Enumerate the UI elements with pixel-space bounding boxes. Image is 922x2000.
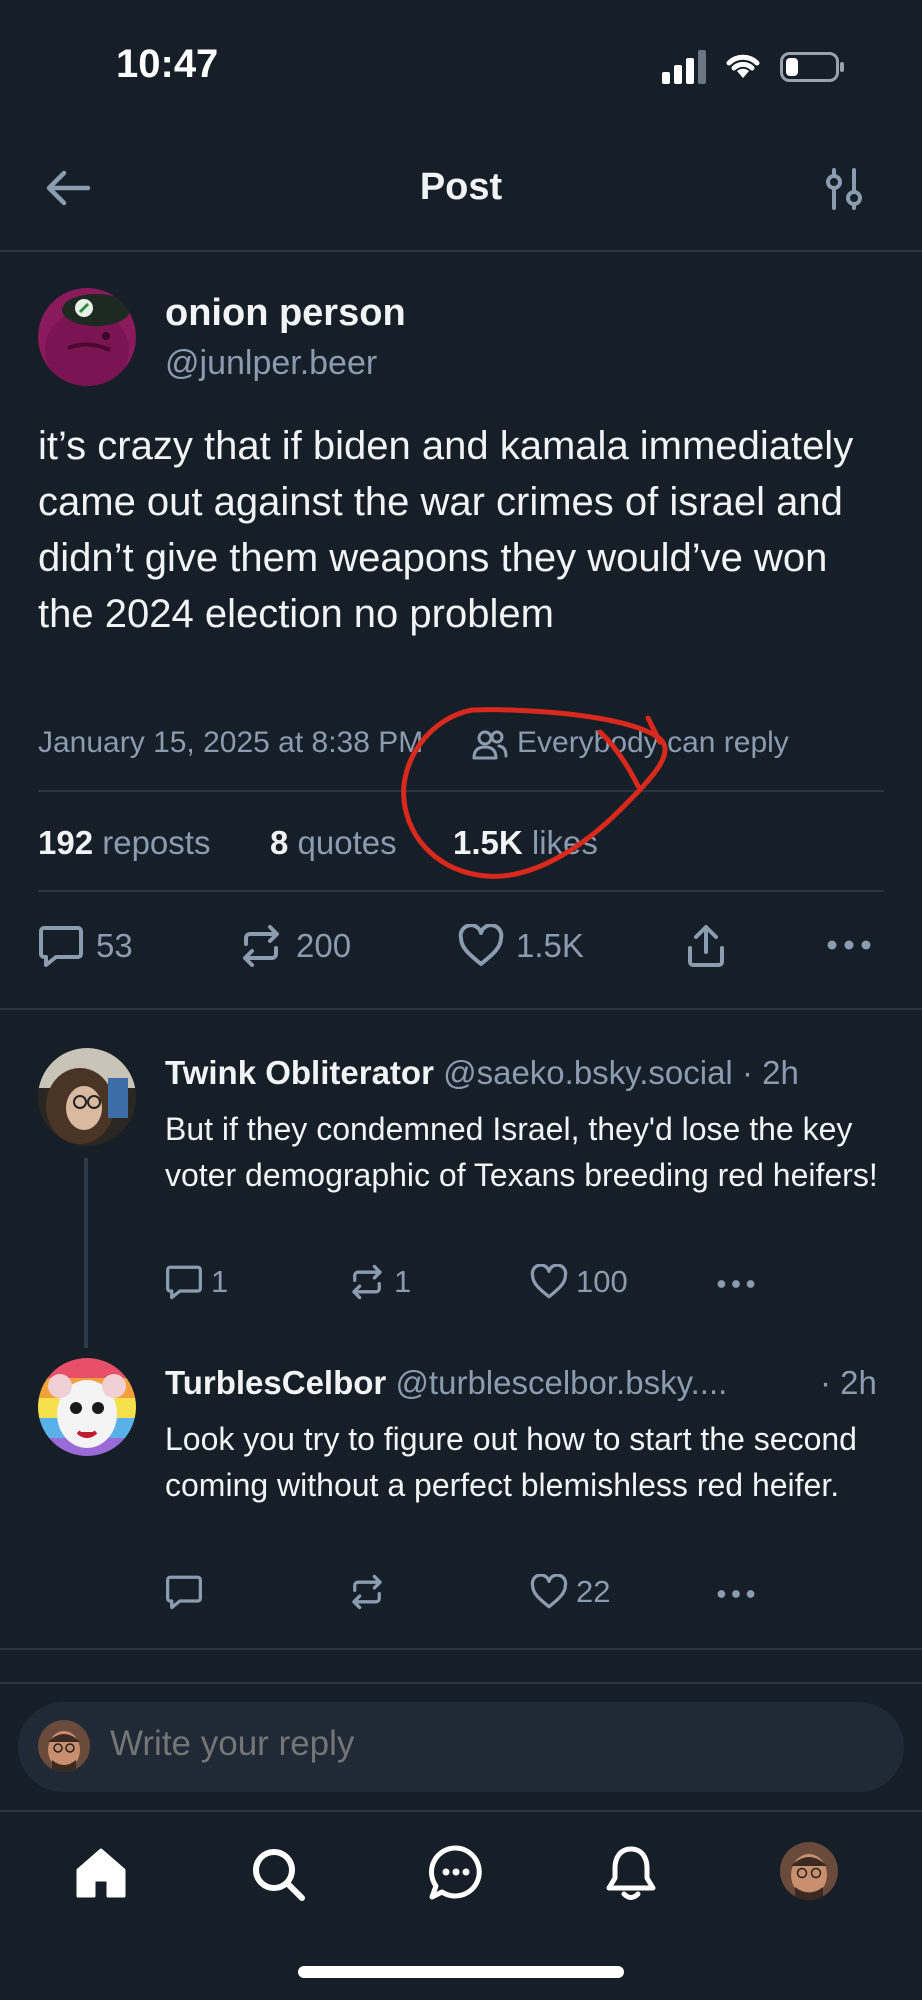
more-icon[interactable] [826,938,872,952]
quotes-label: quotes [297,824,397,861]
more-icon[interactable] [716,1278,756,1290]
sliders-icon[interactable] [824,168,864,210]
reply-action[interactable]: 53 [38,924,133,968]
more-icon[interactable] [716,1588,756,1600]
heart-icon [458,924,504,968]
reply-header: TurblesCelbor @turblescelbor.bsky.... [165,1364,727,1402]
reply-author-handle[interactable]: @turblescelbor.bsky.... [395,1364,727,1401]
reply-repost-action[interactable]: 1 [348,1264,411,1300]
reply-comment-action[interactable] [165,1574,203,1610]
repost-icon [348,1264,386,1300]
author-handle[interactable]: @junlper.beer [165,344,377,383]
reply-reply-count: 1 [211,1264,229,1299]
reply-author-handle[interactable]: @saeko.bsky.social [443,1054,733,1091]
reply-text: Look you try to figure out how to start … [165,1421,857,1503]
reply-like-count: 22 [576,1574,611,1609]
reply-header: Twink Obliterator @saeko.bsky.social · 2… [165,1054,799,1092]
reply-count: 53 [96,927,133,964]
reply-text: But if they condemned Israel, they'd los… [165,1111,878,1193]
post-text: it’s crazy that if biden and kamala imme… [38,424,854,636]
repost-action[interactable]: 200 [238,924,351,968]
post-timestamp: January 15, 2025 at 8:38 PM [38,726,424,759]
reposts-stat[interactable]: 192 reposts [38,824,210,862]
heart-icon [530,1264,568,1300]
red-circle-annotation [401,707,668,879]
comment-icon [165,1574,203,1610]
reply-author-name[interactable]: TurblesCelbor [165,1364,386,1401]
reply-repost-action[interactable] [348,1574,386,1610]
post-divider [0,1008,922,1010]
reposts-label: reposts [102,824,211,861]
reply-time: · 2h [820,1364,877,1401]
status-time: 10:47 [116,42,219,86]
repost-icon [348,1574,386,1610]
bell-icon[interactable] [604,1844,658,1902]
wifi-icon [724,50,762,80]
thread-line [84,1158,88,1348]
reply-avatar[interactable] [38,1048,136,1146]
repost-icon [238,924,284,968]
author-avatar[interactable] [38,288,136,386]
replies-divider [0,1648,922,1650]
quotes-stat[interactable]: 8 quotes [270,824,397,862]
chat-icon[interactable] [428,1844,484,1902]
heart-icon [530,1574,568,1610]
reply-time: · 2h [741,1054,799,1091]
reply-comment-action[interactable]: 1 [165,1264,228,1300]
composer-divider-top [0,1682,922,1684]
reposts-count: 192 [38,824,94,861]
comment-icon [165,1264,203,1300]
tabbar-divider [0,1810,922,1812]
quotes-count: 8 [270,824,289,861]
profile-avatar[interactable] [780,1842,838,1900]
reply-repost-count: 1 [394,1264,412,1299]
share-icon[interactable] [684,924,728,968]
page-title: Post [419,166,503,208]
home-icon[interactable] [74,1846,128,1900]
reply-author-name[interactable]: Twink Obliterator [165,1054,434,1091]
reply-avatar[interactable] [38,1358,136,1456]
reply-like-action[interactable]: 22 [530,1574,610,1610]
home-indicator [298,1966,624,1978]
comment-icon [38,924,84,968]
search-icon[interactable] [250,1846,306,1902]
like-count: 1.5K [516,927,584,964]
reply-like-count: 100 [576,1264,628,1299]
user-avatar [38,1720,90,1772]
reply-input[interactable] [110,1724,810,1764]
repost-count: 200 [296,927,352,964]
reply-like-action[interactable]: 100 [530,1264,628,1300]
battery-icon [780,52,846,82]
header-divider [0,250,922,252]
like-action[interactable]: 1.5K [458,924,584,968]
author-name[interactable]: onion person [165,292,406,335]
cellular-signal-icon [662,50,708,84]
